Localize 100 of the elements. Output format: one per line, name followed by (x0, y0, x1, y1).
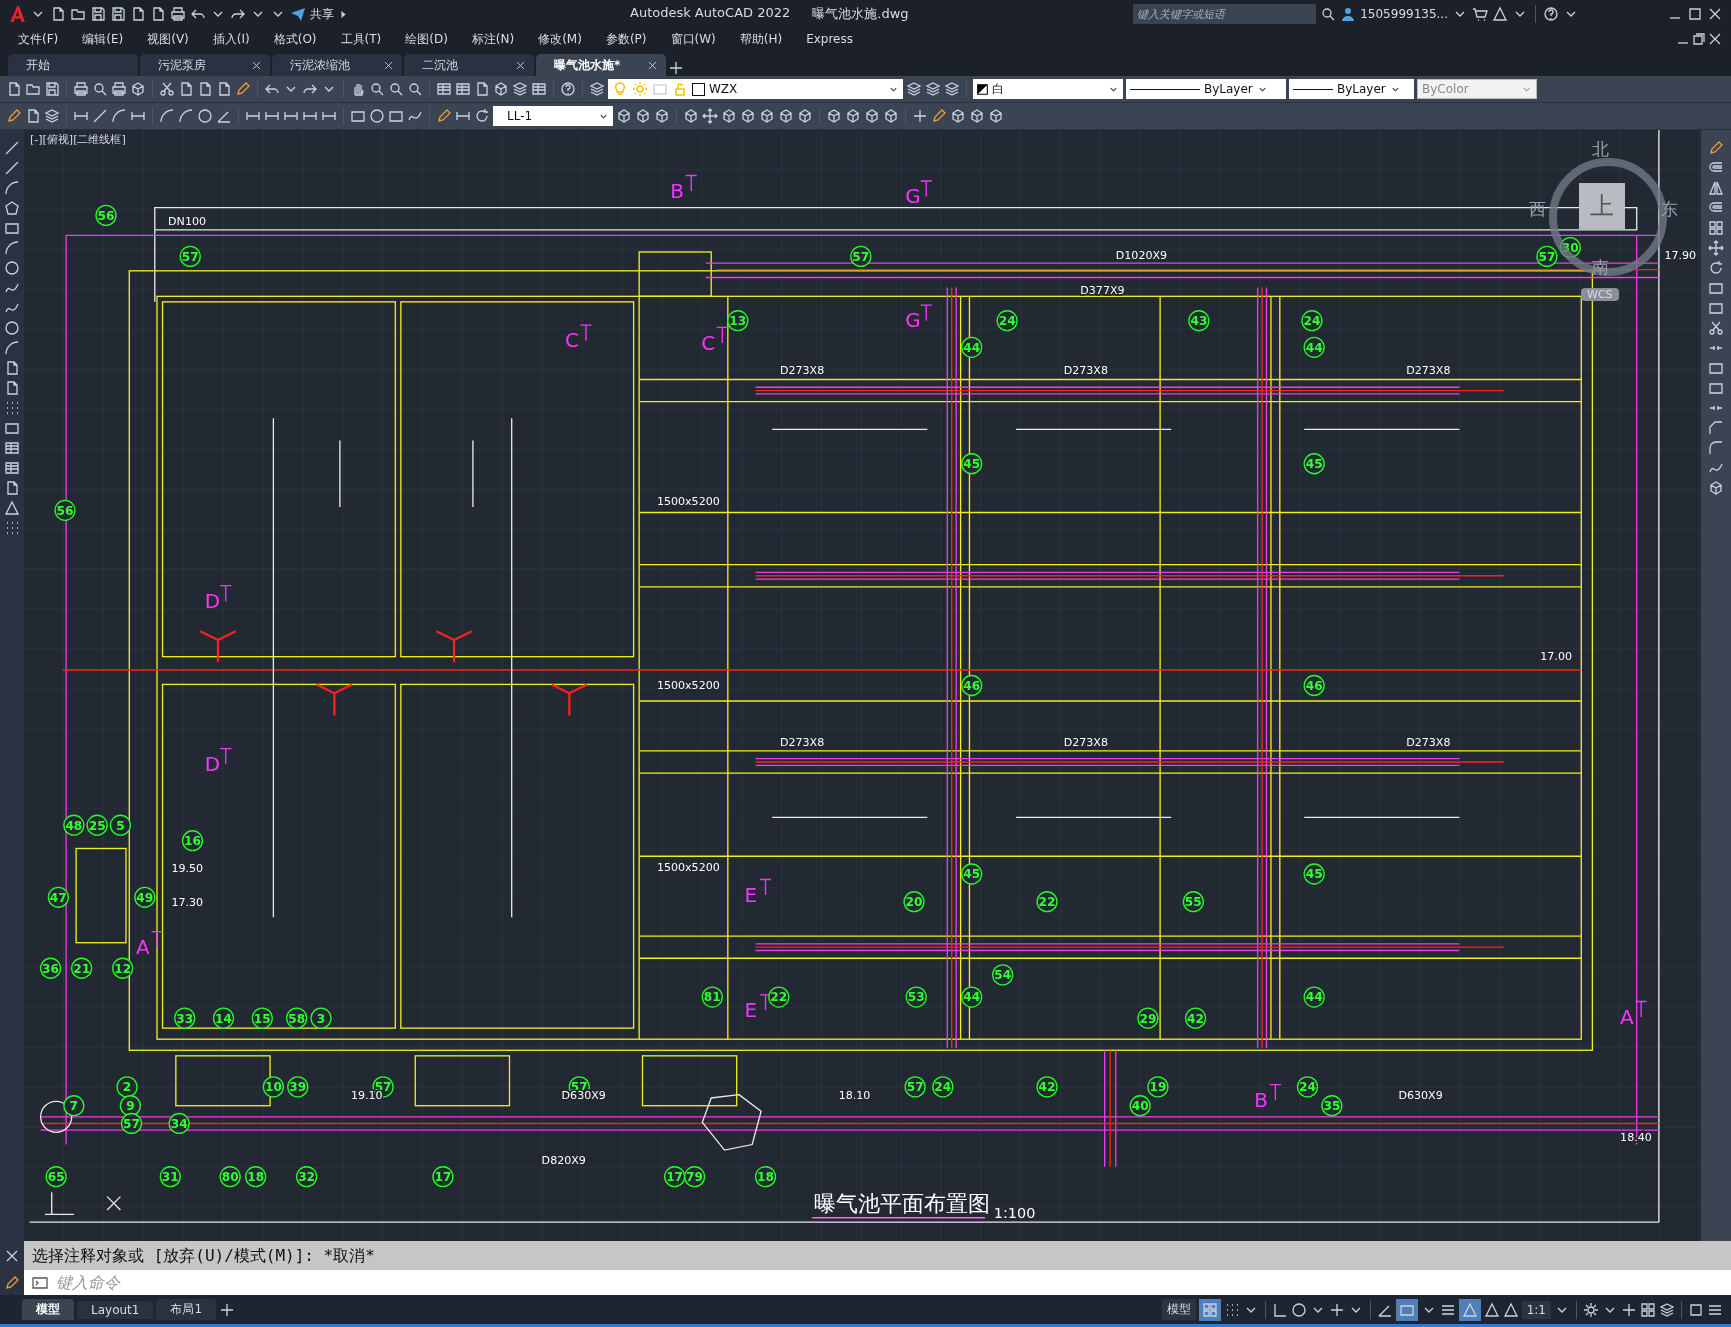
lineweight-dropdown[interactable]: ByLayer (1289, 79, 1414, 99)
restore-icon[interactable] (1691, 31, 1707, 47)
pencil-icon[interactable] (931, 108, 947, 124)
document-icon[interactable] (216, 81, 232, 97)
menu-item[interactable]: 窗口(W) (660, 30, 730, 48)
user-name[interactable]: 1505999135... (1360, 7, 1448, 21)
cube-icon[interactable] (969, 108, 985, 124)
document-icon[interactable] (150, 6, 166, 22)
paper-plane-icon[interactable] (290, 6, 306, 22)
printer-icon[interactable] (111, 81, 127, 97)
layers-icon[interactable] (44, 108, 60, 124)
triangle-icon[interactable] (1492, 6, 1508, 22)
cube-icon[interactable] (826, 108, 842, 124)
rectangle-icon[interactable] (1708, 360, 1724, 376)
dimension-style-dropdown[interactable]: LL-1 (493, 106, 613, 126)
triangle-icon[interactable] (4, 500, 20, 516)
document-icon[interactable] (197, 81, 213, 97)
menu-item[interactable]: Express (796, 32, 867, 46)
linetype-dropdown[interactable]: ByLayer (1126, 79, 1286, 99)
grid-icon[interactable] (1708, 220, 1724, 236)
line-icon[interactable] (92, 108, 108, 124)
search-icon[interactable] (1320, 6, 1337, 22)
close-icon[interactable] (647, 59, 658, 71)
rectangle-icon[interactable] (1708, 280, 1724, 296)
layout-tab[interactable]: Layout1 (77, 1300, 154, 1319)
dots-icon[interactable] (4, 520, 20, 536)
zoom-icon[interactable] (92, 81, 108, 97)
table-icon[interactable] (531, 81, 547, 97)
move-icon[interactable] (1708, 240, 1724, 256)
cube-icon[interactable] (883, 108, 899, 124)
cube-icon[interactable] (845, 108, 861, 124)
rectangle-icon[interactable] (388, 108, 404, 124)
chamfer-icon[interactable] (1708, 420, 1724, 436)
layers-icon[interactable] (1659, 1301, 1675, 1318)
arc-icon[interactable] (111, 108, 127, 124)
menu-item[interactable]: 标注(N) (461, 30, 529, 48)
cube-icon[interactable] (797, 108, 813, 124)
share-button[interactable]: 共享 (310, 5, 334, 23)
arc-icon[interactable] (4, 240, 20, 256)
rotate-icon[interactable] (474, 108, 490, 124)
terminal-icon[interactable] (32, 1274, 48, 1291)
grid-icon[interactable] (1640, 1301, 1656, 1318)
cube-icon[interactable] (635, 108, 651, 124)
polygon-icon[interactable] (4, 200, 20, 216)
arc-icon[interactable] (178, 108, 194, 124)
line-icon[interactable] (4, 160, 20, 176)
layer-dropdown[interactable]: WZX (608, 79, 903, 99)
cube-icon[interactable] (721, 108, 737, 124)
table-icon[interactable] (4, 440, 20, 456)
document-icon[interactable] (50, 6, 66, 22)
layers-icon[interactable] (906, 81, 922, 97)
document-icon[interactable] (6, 81, 22, 97)
triangle-icon[interactable] (1502, 1301, 1519, 1318)
color-dropdown[interactable]: 白 (973, 79, 1123, 99)
cube-icon[interactable] (683, 108, 699, 124)
mirror-icon[interactable] (1708, 180, 1724, 196)
ortho-icon[interactable] (1271, 1301, 1288, 1318)
plus-icon[interactable] (219, 1301, 236, 1318)
folder-icon[interactable] (25, 81, 41, 97)
rectangle-icon[interactable] (1708, 300, 1724, 316)
save-icon[interactable] (44, 81, 60, 97)
layers-icon[interactable] (589, 81, 605, 97)
line-icon[interactable] (4, 140, 20, 156)
file-tab[interactable]: 污泥浓缩池 (272, 54, 402, 76)
pencil-icon[interactable] (235, 81, 251, 97)
table-icon[interactable] (436, 81, 452, 97)
close-icon[interactable] (383, 59, 394, 71)
cube-icon[interactable] (778, 108, 794, 124)
help-icon[interactable] (1543, 6, 1559, 22)
zoom-icon[interactable] (407, 81, 423, 97)
document-icon[interactable] (25, 108, 41, 124)
menu-item[interactable]: 工具(T) (330, 30, 396, 48)
compass-east[interactable]: 东 (1661, 198, 1678, 221)
cube-icon[interactable] (950, 108, 966, 124)
plus-icon[interactable] (912, 108, 928, 124)
close-icon[interactable] (251, 59, 262, 71)
cube-icon[interactable] (493, 81, 509, 97)
plus-icon[interactable] (1621, 1301, 1637, 1318)
menu-item[interactable]: 文件(F) (8, 30, 73, 48)
rectangle-icon[interactable] (1708, 380, 1724, 396)
compass-north[interactable]: 北 (1592, 138, 1609, 161)
rectangle-icon[interactable] (4, 220, 20, 236)
viewcube-face[interactable]: 上 (1579, 183, 1625, 229)
scissors-icon[interactable] (159, 81, 175, 97)
file-tab[interactable]: 开始 (8, 54, 138, 76)
layers-icon[interactable] (944, 81, 960, 97)
cube-icon[interactable] (654, 108, 670, 124)
dots-icon[interactable] (4, 400, 20, 416)
zoom-icon[interactable] (369, 81, 385, 97)
cube-icon[interactable] (759, 108, 775, 124)
model-space-button[interactable]: 模型 (1161, 1299, 1196, 1320)
pencil-icon[interactable] (1708, 140, 1724, 156)
close-icon[interactable] (1707, 6, 1723, 22)
cube-icon[interactable] (616, 108, 632, 124)
arc-icon[interactable] (4, 180, 20, 196)
fillet-icon[interactable] (1708, 440, 1724, 456)
file-tab[interactable]: 二沉池 (404, 54, 534, 76)
printer-icon[interactable] (73, 81, 89, 97)
search-field[interactable]: 键入关键字或短语 (1133, 4, 1317, 24)
menu-item[interactable]: 参数(P) (595, 30, 661, 48)
